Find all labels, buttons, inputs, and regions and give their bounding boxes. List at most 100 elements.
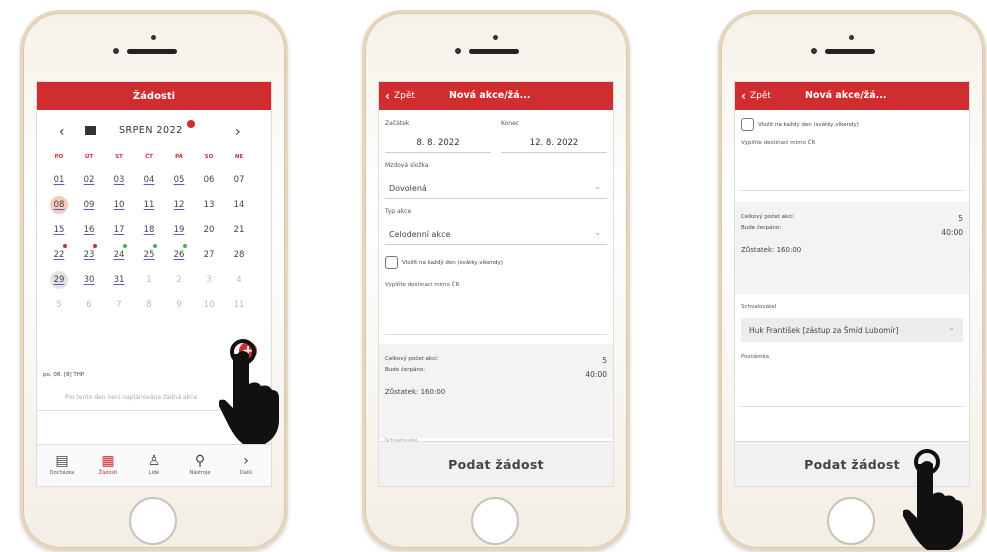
note-label: Poznámka xyxy=(741,354,770,360)
calendar-day[interactable]: 03 xyxy=(105,175,133,185)
event-dot xyxy=(153,244,157,248)
prev-month-icon[interactable]: ‹ xyxy=(59,124,65,140)
tab-5[interactable]: › Další xyxy=(223,452,269,476)
sensor-dot xyxy=(151,35,156,40)
approver-select[interactable]: Huk František [zástup za Šmíd Lubomír] ⌄ xyxy=(741,318,963,342)
event-dot xyxy=(63,244,67,248)
calendar-day[interactable]: 08 xyxy=(50,196,68,214)
list-view-icon-mid xyxy=(85,129,96,132)
calendar-day[interactable]: 10 xyxy=(105,200,133,210)
calendar-day[interactable]: 25 xyxy=(135,250,163,260)
remaining-balance: Zůstatek: 160:00 xyxy=(741,246,802,254)
weekday-header: ČT xyxy=(145,154,153,160)
tab-3[interactable]: ♙ Lidé xyxy=(131,452,177,476)
calendar-day[interactable]: 19 xyxy=(165,225,193,235)
page-title: Žádosti xyxy=(132,90,176,102)
sensor-dot xyxy=(849,35,854,40)
weekday-header: PO xyxy=(54,154,64,160)
calendar-day[interactable]: 17 xyxy=(105,225,133,235)
calendar-day[interactable]: 01 xyxy=(45,175,73,185)
calendar-day[interactable]: 7 xyxy=(105,300,133,310)
calendar-day[interactable]: 21 xyxy=(225,225,253,235)
calendar-day[interactable]: 06 xyxy=(195,175,223,185)
calendar-day[interactable]: 3 xyxy=(195,275,223,285)
destination-input[interactable] xyxy=(741,152,963,191)
every-day-checkbox-row[interactable]: Vložit na každý den (svátky,víkendy) xyxy=(741,118,963,131)
calendar-day[interactable]: 11 xyxy=(135,200,163,210)
month-label[interactable]: SRPEN 2022 xyxy=(119,125,183,136)
calendar-day[interactable]: 15 xyxy=(45,225,73,235)
tab-label: Docházka xyxy=(49,470,75,476)
calendar-day[interactable]: 4 xyxy=(225,275,253,285)
chevron-down-icon: ⌄ xyxy=(594,228,601,237)
screen-new-request: ‹ Zpět Nová akce/žá... Začátek Konec 8. 8… xyxy=(378,81,614,487)
calendar-day[interactable]: 11 xyxy=(225,300,253,310)
calendar-day[interactable]: 6 xyxy=(75,300,103,310)
chevron-left-icon: ‹ xyxy=(741,89,746,103)
destination-input[interactable] xyxy=(385,294,607,335)
speaker xyxy=(127,49,177,54)
start-date-field[interactable]: 8. 8. 2022 xyxy=(385,134,491,153)
calendar-day[interactable]: 18 xyxy=(135,225,163,235)
calendar-day[interactable]: 23 xyxy=(75,250,103,260)
calendar-day[interactable]: 9 xyxy=(165,300,193,310)
calendar-day[interactable]: 10 xyxy=(195,300,223,310)
home-button xyxy=(827,497,875,545)
calendar-day[interactable]: 30 xyxy=(75,275,103,285)
calendar-day[interactable]: 12 xyxy=(165,200,193,210)
type-value: Celodenní akce xyxy=(389,229,451,239)
calendar-day[interactable]: 24 xyxy=(105,250,133,260)
tab-1[interactable]: ▤ Docházka xyxy=(39,452,85,476)
chevron-right-icon: › xyxy=(243,453,249,469)
calendar-day[interactable]: 2 xyxy=(165,275,193,285)
phone-frame-1: Žádosti ‹ SRPEN 2022 › PO ÚT ST ČT PÁ SO NE 01 0… xyxy=(20,10,288,551)
calendar-day[interactable]: 14 xyxy=(225,200,253,210)
calendar-day[interactable]: 09 xyxy=(75,200,103,210)
destination-label: Vyplňte destinaci mimo ČR xyxy=(741,140,816,146)
tab-label: Nástroje xyxy=(189,470,211,476)
checkbox[interactable] xyxy=(741,118,754,131)
weekday-header: PÁ xyxy=(175,154,183,160)
end-label: Konec xyxy=(501,120,520,127)
end-date-field[interactable]: 12. 8. 2022 xyxy=(501,134,607,153)
submit-request-button[interactable]: Podat žádost xyxy=(379,441,613,486)
weekday-header: ST xyxy=(115,154,123,160)
calendar-day[interactable]: 16 xyxy=(75,225,103,235)
event-dot xyxy=(183,244,187,248)
back-button[interactable]: ‹ Zpět xyxy=(385,89,415,103)
tap-hand-icon xyxy=(903,449,963,550)
calendar-day[interactable]: 29 xyxy=(50,271,68,289)
every-day-checkbox-row[interactable]: Vložit na každý den (svátky,víkendy) xyxy=(385,256,607,269)
calendar-day[interactable]: 28 xyxy=(225,250,253,260)
type-label: Typ akce xyxy=(385,208,412,215)
type-select[interactable]: Celodenní akce ⌄ xyxy=(385,224,607,245)
chevron-left-icon: ‹ xyxy=(385,89,390,103)
home-button xyxy=(129,497,177,545)
calendar-day[interactable]: 1 xyxy=(135,275,163,285)
calendar-day[interactable]: 05 xyxy=(165,175,193,185)
calendar-day[interactable]: 02 xyxy=(75,175,103,185)
total-value: 5 xyxy=(958,214,963,223)
calendar-day[interactable]: 20 xyxy=(195,225,223,235)
calendar-day[interactable]: 22 xyxy=(45,250,73,260)
calendar-day[interactable]: 8 xyxy=(135,300,163,310)
checkbox-label: Vložit na každý den (svátky,víkendy) xyxy=(758,122,859,128)
chevron-down-icon: ⌄ xyxy=(594,182,601,191)
calendar-day[interactable]: 13 xyxy=(195,200,223,210)
back-button[interactable]: ‹ Zpět xyxy=(741,89,771,103)
calendar-day[interactable]: 26 xyxy=(165,250,193,260)
calendar-day[interactable]: 31 xyxy=(105,275,133,285)
calendar-day[interactable]: 5 xyxy=(45,300,73,310)
checkbox[interactable] xyxy=(385,256,398,269)
remaining-balance: Zůstatek: 160:00 xyxy=(385,388,446,396)
tab-2[interactable]: ▦ Žádosti xyxy=(85,452,131,476)
calendar-day[interactable]: 04 xyxy=(135,175,163,185)
next-month-icon[interactable]: › xyxy=(235,124,241,140)
home-button xyxy=(471,497,519,545)
weekday-header: SO xyxy=(204,154,214,160)
calendar-day[interactable]: 27 xyxy=(195,250,223,260)
reason-select[interactable]: Dovolená ⌄ xyxy=(385,178,607,199)
calendar-day[interactable]: 07 xyxy=(225,175,253,185)
tab-4[interactable]: ⚲ Nástroje xyxy=(177,452,223,476)
note-input[interactable] xyxy=(741,366,963,407)
